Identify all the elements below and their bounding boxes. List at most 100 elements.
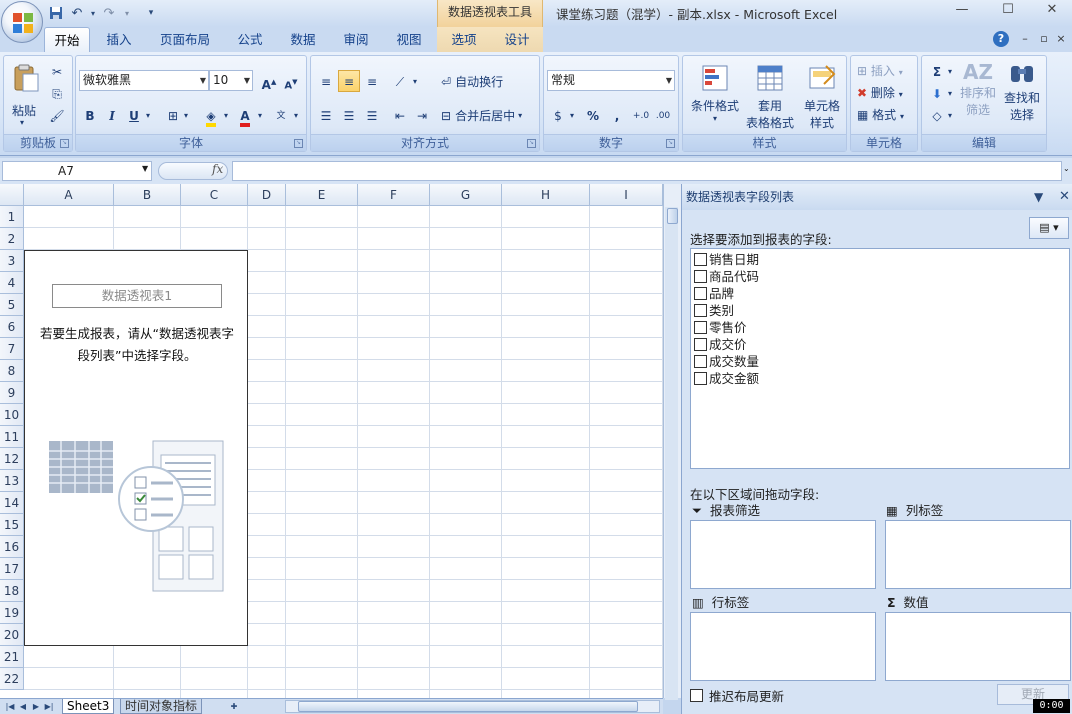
- autosum-dropdown-icon[interactable]: ▾: [944, 60, 956, 82]
- scroll-thumb[interactable]: [667, 208, 678, 224]
- ribbon-restore-icon[interactable]: ▫: [1036, 31, 1052, 47]
- expand-formula-bar-icon[interactable]: ⌄: [1063, 164, 1070, 173]
- format-as-table-button[interactable]: 套用 表格格式: [741, 62, 799, 131]
- field-checkbox[interactable]: [694, 270, 707, 283]
- field-checkbox[interactable]: [694, 253, 707, 266]
- field-item[interactable]: 成交金额: [694, 370, 759, 387]
- conditional-format-button[interactable]: 条件格式 ▾: [687, 62, 743, 123]
- fill-color-icon[interactable]: ◈: [200, 104, 222, 127]
- name-box-dropdown-icon[interactable]: ▼: [142, 164, 148, 173]
- orientation-icon[interactable]: ⟋: [389, 70, 411, 92]
- font-launcher-icon[interactable]: ↘: [294, 139, 303, 148]
- row-header[interactable]: 10: [0, 404, 24, 426]
- tab-options[interactable]: 选项: [442, 27, 486, 52]
- align-left-icon[interactable]: ☰: [315, 104, 337, 126]
- tab-design[interactable]: 设计: [495, 27, 539, 52]
- row-header[interactable]: 9: [0, 382, 24, 404]
- border-dropdown-icon[interactable]: ▾: [180, 104, 192, 126]
- insert-sheet-icon[interactable]: ✚: [226, 700, 242, 713]
- column-header[interactable]: E: [286, 184, 358, 206]
- column-header[interactable]: D: [248, 184, 286, 206]
- row-header[interactable]: 4: [0, 272, 24, 294]
- formula-input[interactable]: [232, 161, 1062, 181]
- row-header[interactable]: 21: [0, 646, 24, 668]
- increase-indent-icon[interactable]: ⇥: [411, 104, 433, 126]
- fill-color-dropdown-icon[interactable]: ▾: [220, 104, 232, 126]
- first-sheet-icon[interactable]: |◀: [4, 700, 16, 713]
- align-right-icon[interactable]: ☰: [361, 104, 383, 126]
- phonetic-dropdown-icon[interactable]: ▾: [290, 104, 302, 126]
- report-filter-area[interactable]: [690, 520, 876, 589]
- insert-cells-button[interactable]: ⊞ 插入 ▾: [857, 62, 903, 79]
- help-icon[interactable]: ?: [993, 31, 1009, 47]
- last-sheet-icon[interactable]: ▶|: [43, 700, 55, 713]
- clear-dropdown-icon[interactable]: ▾: [944, 104, 956, 126]
- column-header[interactable]: H: [502, 184, 590, 206]
- accounting-dropdown-icon[interactable]: ▾: [566, 104, 578, 126]
- row-header[interactable]: 2: [0, 228, 24, 250]
- field-item[interactable]: 类别: [694, 302, 734, 319]
- horizontal-scroll-thumb[interactable]: [298, 701, 638, 712]
- row-header[interactable]: 13: [0, 470, 24, 492]
- next-sheet-icon[interactable]: ▶: [30, 700, 42, 713]
- number-launcher-icon[interactable]: ↘: [666, 139, 675, 148]
- font-size-combo[interactable]: 10 ▼: [209, 70, 253, 91]
- row-header[interactable]: 5: [0, 294, 24, 316]
- column-header[interactable]: I: [590, 184, 663, 206]
- align-middle-icon[interactable]: ≡: [338, 70, 360, 92]
- find-select-button[interactable]: 查找和 选择: [1000, 60, 1044, 123]
- field-checkbox[interactable]: [694, 287, 707, 300]
- redo-icon[interactable]: ↷: [100, 4, 118, 22]
- insert-function-icon[interactable]: fx: [212, 162, 223, 176]
- tab-insert[interactable]: 插入: [96, 27, 142, 52]
- tab-page-layout[interactable]: 页面布局: [152, 27, 218, 52]
- field-item[interactable]: 品牌: [694, 285, 734, 302]
- ribbon-minimize-icon[interactable]: –: [1017, 31, 1033, 47]
- number-format-combo[interactable]: 常规 ▼: [547, 70, 675, 91]
- select-all-corner[interactable]: [0, 184, 24, 206]
- shrink-font-button[interactable]: A▼: [280, 70, 302, 92]
- field-item[interactable]: 销售日期: [694, 251, 759, 268]
- row-labels-area[interactable]: [690, 612, 876, 681]
- column-labels-area[interactable]: [885, 520, 1071, 589]
- row-header[interactable]: 8: [0, 360, 24, 382]
- format-painter-icon[interactable]: 🖌: [46, 104, 68, 126]
- field-checkbox[interactable]: [694, 372, 707, 385]
- redo-dropdown-icon[interactable]: ▾: [118, 4, 136, 22]
- row-header[interactable]: 20: [0, 624, 24, 646]
- row-header[interactable]: 11: [0, 426, 24, 448]
- pane-close-icon[interactable]: ✕: [1059, 189, 1070, 204]
- underline-dropdown-icon[interactable]: ▾: [142, 104, 154, 126]
- row-header[interactable]: 16: [0, 536, 24, 558]
- field-item[interactable]: 成交价: [694, 336, 747, 353]
- decrease-indent-icon[interactable]: ⇤: [389, 104, 411, 126]
- field-item[interactable]: 零售价: [694, 319, 747, 336]
- align-bottom-icon[interactable]: ≡: [361, 70, 383, 92]
- grow-font-button[interactable]: A▲: [258, 70, 280, 92]
- field-layout-button[interactable]: ▤ ▾: [1029, 217, 1069, 239]
- increase-decimal-icon[interactable]: +.0: [630, 104, 652, 126]
- column-header[interactable]: B: [114, 184, 181, 206]
- paste-dropdown-icon[interactable]: ▾: [20, 118, 24, 127]
- sheet-tab-active[interactable]: Sheet3: [62, 699, 115, 714]
- field-checkbox[interactable]: [694, 355, 707, 368]
- name-box[interactable]: A7: [2, 161, 152, 181]
- merge-center-button[interactable]: ⊟ 合并后居中 ▾: [441, 107, 522, 124]
- delete-cells-button[interactable]: ✖ 删除 ▾: [857, 84, 903, 101]
- format-cells-button[interactable]: ▦ 格式 ▾: [857, 106, 904, 123]
- font-color-dropdown-icon[interactable]: ▾: [254, 104, 266, 126]
- field-checkbox[interactable]: [694, 321, 707, 334]
- alignment-launcher-icon[interactable]: ↘: [527, 139, 536, 148]
- row-header[interactable]: 7: [0, 338, 24, 360]
- field-checkbox[interactable]: [694, 304, 707, 317]
- values-area[interactable]: [885, 612, 1071, 681]
- office-button[interactable]: [1, 1, 43, 43]
- wrap-text-button[interactable]: ⏎ 自动换行: [441, 73, 503, 90]
- font-color-icon[interactable]: A: [234, 104, 256, 127]
- defer-update-checkbox[interactable]: [690, 689, 703, 702]
- worksheet-grid[interactable]: A B C D E F G H I 1 2 3 4 5 6 7 8 9 10 11 12 13 14 15 1…: [0, 184, 663, 698]
- customize-qat-icon[interactable]: ▾: [142, 4, 160, 22]
- align-center-icon[interactable]: ☰: [338, 104, 360, 126]
- maximize-button[interactable]: ☐: [986, 2, 1030, 22]
- row-header[interactable]: 18: [0, 580, 24, 602]
